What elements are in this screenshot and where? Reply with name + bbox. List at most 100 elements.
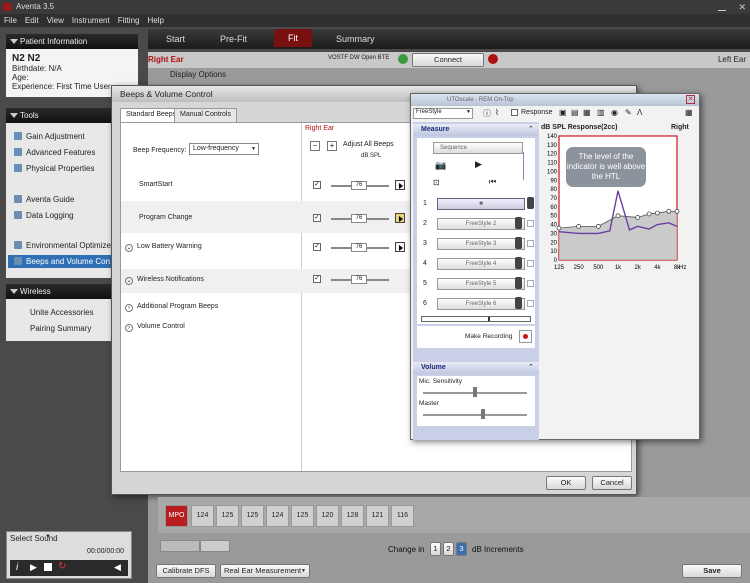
toolbar-icon-1[interactable]: ▣ xyxy=(559,108,567,117)
menu-view[interactable]: View xyxy=(47,16,64,25)
nav-pairing-summary[interactable]: Pairing Summary xyxy=(30,324,91,333)
stop-icon[interactable] xyxy=(44,563,52,571)
volume-header[interactable]: Volume xyxy=(413,362,539,374)
menu-help[interactable]: Help xyxy=(147,16,163,25)
master-thumb[interactable] xyxy=(481,409,485,419)
nav-advanced-features[interactable]: Advanced Features xyxy=(14,148,95,157)
menu-file[interactable]: File xyxy=(4,16,17,25)
mpo-cell[interactable]: 124 xyxy=(191,505,214,527)
low-battery-play-icon[interactable] xyxy=(395,242,405,252)
low-battery-value[interactable]: 76 xyxy=(351,243,367,252)
graph-icon[interactable]: ⌇ xyxy=(495,108,499,117)
item-6-checkbox[interactable] xyxy=(527,300,534,307)
rem-dropdown[interactable]: Real Ear Measurement ▼ xyxy=(220,564,310,578)
cancel-button[interactable]: Cancel xyxy=(592,476,632,490)
tab-manual-controls[interactable]: Manual Controls xyxy=(174,108,237,122)
item-6-button[interactable]: FreeStyle 6 xyxy=(437,298,525,310)
item-4-handle[interactable] xyxy=(515,257,522,269)
camera-icon[interactable]: 📷 xyxy=(435,160,446,171)
menu-instrument[interactable]: Instrument xyxy=(72,16,110,25)
program-change-checkbox[interactable]: ✓ xyxy=(313,214,321,222)
mpo-label[interactable]: MPO xyxy=(165,505,188,527)
wireless-checkbox[interactable]: ✓ xyxy=(313,275,321,283)
toolbar-icon-6[interactable]: ✎ xyxy=(625,108,632,117)
mpo-cell[interactable]: 124 xyxy=(266,505,289,527)
toggle-left[interactable] xyxy=(160,540,200,552)
item-3-button[interactable]: FreeStyle 3 xyxy=(437,238,525,250)
play-icon[interactable]: ▶ xyxy=(30,562,37,573)
tab-start[interactable]: Start xyxy=(166,34,185,44)
item-3-handle[interactable] xyxy=(515,237,522,249)
item-3-checkbox[interactable] xyxy=(527,240,534,247)
response-checkbox[interactable] xyxy=(511,109,518,116)
item-2-button[interactable]: FreeStyle 2 xyxy=(437,218,525,230)
nav-gain-adjustment[interactable]: Gain Adjustment xyxy=(14,132,85,141)
step-2-button[interactable]: 2 xyxy=(443,542,454,556)
mpo-cell[interactable]: 128 xyxy=(341,505,364,527)
item-2-checkbox[interactable] xyxy=(527,220,534,227)
minimize-icon[interactable] xyxy=(718,3,726,11)
mpo-cell[interactable]: 125 xyxy=(291,505,314,527)
wireless-notifications-label[interactable]: ⌄ Wireless Notifications xyxy=(125,276,204,285)
nav-physical-properties[interactable]: Physical Properties xyxy=(14,164,94,173)
toolbar-icon-7[interactable]: Λ xyxy=(637,108,642,117)
toolbar-icon-2[interactable]: ▤ xyxy=(571,108,579,117)
patient-info-header[interactable]: Patient Information xyxy=(6,34,138,49)
item-6-handle[interactable] xyxy=(515,297,522,309)
step-1-button[interactable]: 1 xyxy=(430,542,441,556)
volume-icon[interactable]: ◀ xyxy=(114,562,121,573)
additional-beeps-label[interactable]: › Additional Program Beeps xyxy=(125,303,218,312)
wireless-value[interactable]: 76 xyxy=(351,275,367,284)
increase-all-button[interactable]: + xyxy=(327,141,337,151)
toolbar-icon-5[interactable]: ◉ xyxy=(611,108,618,117)
master-slider[interactable] xyxy=(423,414,527,416)
measure-header[interactable]: Measure xyxy=(413,124,539,136)
grid-icon[interactable]: ▦ xyxy=(685,108,693,117)
info-icon[interactable]: ⓘ xyxy=(483,108,491,119)
program-change-play-icon[interactable] xyxy=(395,213,405,223)
connect-button[interactable]: Connect xyxy=(412,53,484,67)
sequence-field[interactable]: Sequence xyxy=(433,142,523,154)
smartstart-play-icon[interactable] xyxy=(395,180,405,190)
smartstart-checkbox[interactable]: ✓ xyxy=(313,181,321,189)
mpo-cell[interactable]: 125 xyxy=(241,505,264,527)
record-button[interactable] xyxy=(519,330,532,343)
display-options[interactable]: Display Options xyxy=(170,70,226,79)
mpo-cell[interactable]: 120 xyxy=(316,505,339,527)
nav-data-logging[interactable]: Data Logging xyxy=(14,211,74,220)
collapse-icon[interactable]: ⌃ xyxy=(528,125,534,133)
tab-standard-beeps[interactable]: Standard Beeps xyxy=(120,108,183,122)
program-select[interactable]: FreeStyle ▼ xyxy=(413,108,473,119)
rewind-icon[interactable]: ⏮ xyxy=(489,177,496,187)
dropdown-icon[interactable]: ▼ xyxy=(45,534,51,540)
low-battery-checkbox[interactable]: ✓ xyxy=(313,243,321,251)
tab-fit[interactable]: Fit xyxy=(274,29,312,47)
item-5-checkbox[interactable] xyxy=(527,280,534,287)
nav-unite-accessories[interactable]: Unite Accessories xyxy=(30,308,94,317)
play-icon[interactable]: ▶ xyxy=(475,159,482,170)
low-battery-label[interactable]: ⌄ Low Battery Warning xyxy=(125,243,202,252)
menu-fitting[interactable]: Fitting xyxy=(118,16,140,25)
nav-aventa-guide[interactable]: Aventa Guide xyxy=(14,195,74,204)
beep-frequency-select[interactable]: Low-frequency ▼ xyxy=(189,143,259,155)
mpo-cell[interactable]: 125 xyxy=(216,505,239,527)
item-1-handle[interactable] xyxy=(527,197,534,209)
item-5-handle[interactable] xyxy=(515,277,522,289)
item-1-button[interactable]: ■ xyxy=(437,198,525,210)
item-4-checkbox[interactable] xyxy=(527,260,534,267)
tab-summary[interactable]: Summary xyxy=(336,34,375,44)
toggle-right[interactable] xyxy=(200,540,230,552)
item-4-button[interactable]: FreeStyle 4 xyxy=(437,258,525,270)
info-icon[interactable]: i xyxy=(16,562,18,573)
loop-icon[interactable]: ↻ xyxy=(58,561,66,572)
program-change-value[interactable]: 76 xyxy=(351,214,367,223)
decrease-all-button[interactable]: − xyxy=(310,141,320,151)
toolbar-icon-3[interactable]: ▦ xyxy=(583,108,591,117)
ok-button[interactable]: OK xyxy=(546,476,586,490)
close-icon[interactable]: ✕ xyxy=(738,2,746,13)
smartstart-value[interactable]: 76 xyxy=(351,181,367,190)
step-3-button[interactable]: 3 xyxy=(456,542,467,556)
volume-control-label[interactable]: › Volume Control xyxy=(125,323,185,332)
mic-sensitivity-thumb[interactable] xyxy=(473,387,477,397)
mpo-cell[interactable]: 121 xyxy=(366,505,389,527)
